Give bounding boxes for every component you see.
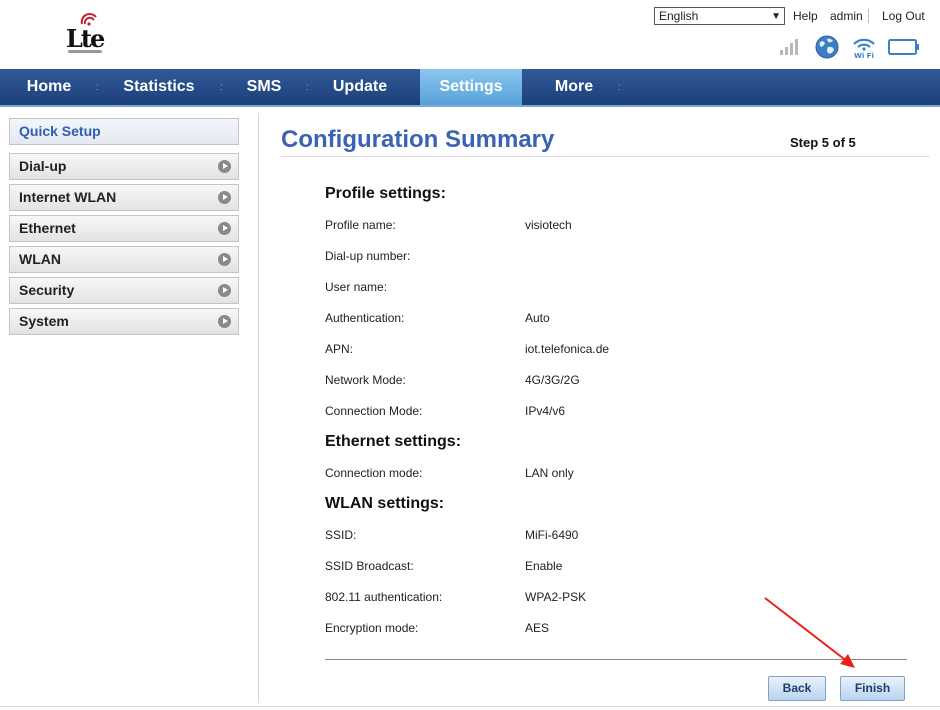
field-value: LAN only: [525, 466, 574, 480]
page-bottom-border: [0, 706, 940, 707]
logo-text: Lte: [66, 24, 105, 53]
chevron-right-icon: [218, 160, 231, 173]
field-label: Connection mode:: [325, 466, 423, 480]
globe-icon: [815, 35, 839, 59]
field-value: visiotech: [525, 218, 572, 232]
field-value: iot.telefonica.de: [525, 342, 610, 356]
section-heading-wlan: WLAN settings:: [325, 495, 445, 512]
nav-separator: :: [306, 82, 309, 93]
main-nav: Home : Statistics : SMS : Update Setting…: [0, 69, 940, 107]
sidebar-item-dial-up[interactable]: Dial-up: [9, 153, 239, 180]
nav-home[interactable]: Home: [0, 69, 98, 105]
sidebar-item-label: Ethernet: [19, 220, 76, 236]
annotation-arrow-icon: [764, 597, 855, 668]
field-value: IPv4/v6: [525, 404, 566, 418]
field-label: Connection Mode:: [325, 404, 423, 418]
nav-settings[interactable]: Settings: [420, 69, 522, 105]
chevron-right-icon: [218, 222, 231, 235]
chevron-right-icon: [218, 253, 231, 266]
nav-sms[interactable]: SMS: [226, 69, 302, 105]
sidebar-item-label: Security: [19, 282, 75, 298]
sidebar-item-ethernet[interactable]: Ethernet: [9, 215, 239, 242]
wifi-icon: Wi Fi: [853, 38, 875, 60]
sidebar-item-label: Dial-up: [19, 158, 67, 174]
field-label: Dial-up number:: [325, 249, 411, 263]
field-label: SSID Broadcast:: [325, 559, 414, 573]
field-value: MiFi-6490: [525, 528, 579, 542]
field-value: Auto: [525, 311, 550, 325]
field-label: Encryption mode:: [325, 621, 419, 635]
finish-button[interactable]: Finish: [840, 676, 905, 701]
section-heading-profile: Profile settings:: [325, 185, 446, 202]
link-separator: [868, 9, 869, 23]
user-link[interactable]: admin: [830, 9, 863, 23]
lte-logo: Lte: [64, 12, 108, 56]
field-label: APN:: [325, 342, 354, 356]
chevron-down-icon: ▼: [771, 11, 781, 22]
field-label: Network Mode:: [325, 373, 406, 387]
signal-icon: [780, 39, 798, 55]
field-value: 4G/3G/2G: [525, 373, 580, 387]
section-heading-ethernet: Ethernet settings:: [325, 433, 462, 450]
wifi-icon-text: Wi Fi: [854, 52, 874, 60]
sidebar-item-label: System: [19, 313, 69, 329]
sidebar-item-label: WLAN: [19, 251, 61, 267]
nav-update[interactable]: Update: [312, 69, 408, 105]
nav-more[interactable]: More: [530, 69, 618, 105]
chevron-right-icon: [218, 315, 231, 328]
field-value: Enable: [525, 559, 563, 573]
battery-icon: [888, 39, 919, 55]
sidebar-item-internet-wlan[interactable]: Internet WLAN: [9, 184, 239, 211]
nav-separator: :: [618, 82, 621, 93]
page-title: Configuration Summary: [281, 126, 555, 153]
chevron-right-icon: [218, 284, 231, 297]
field-value: WPA2-PSK: [525, 590, 587, 604]
sidebar-item-system[interactable]: System: [9, 308, 239, 335]
field-label: Profile name:: [325, 218, 396, 232]
field-label: User name:: [325, 280, 388, 294]
sidebar-item-security[interactable]: Security: [9, 277, 239, 304]
field-value: AES: [525, 621, 550, 635]
field-label: Authentication:: [325, 311, 405, 325]
nav-statistics[interactable]: Statistics: [104, 69, 214, 105]
logout-link[interactable]: Log Out: [882, 9, 925, 23]
help-link[interactable]: Help: [793, 9, 818, 23]
step-indicator: Step 5 of 5: [790, 135, 856, 150]
sidebar-item-wlan[interactable]: WLAN: [9, 246, 239, 273]
language-selected: English: [659, 9, 699, 23]
content-divider: [258, 113, 259, 703]
language-select[interactable]: English ▼: [654, 7, 785, 25]
sidebar-item-quick-setup[interactable]: Quick Setup: [9, 118, 239, 145]
back-button[interactable]: Back: [768, 676, 826, 701]
chevron-right-icon: [218, 191, 231, 204]
field-label: 802.11 authentication:: [325, 590, 443, 604]
title-divider: [281, 156, 930, 157]
nav-separator: :: [220, 82, 223, 93]
logo-underline: [68, 50, 102, 53]
field-label: SSID:: [325, 528, 357, 542]
sidebar-item-label: Internet WLAN: [19, 189, 117, 205]
nav-separator: :: [96, 82, 99, 93]
